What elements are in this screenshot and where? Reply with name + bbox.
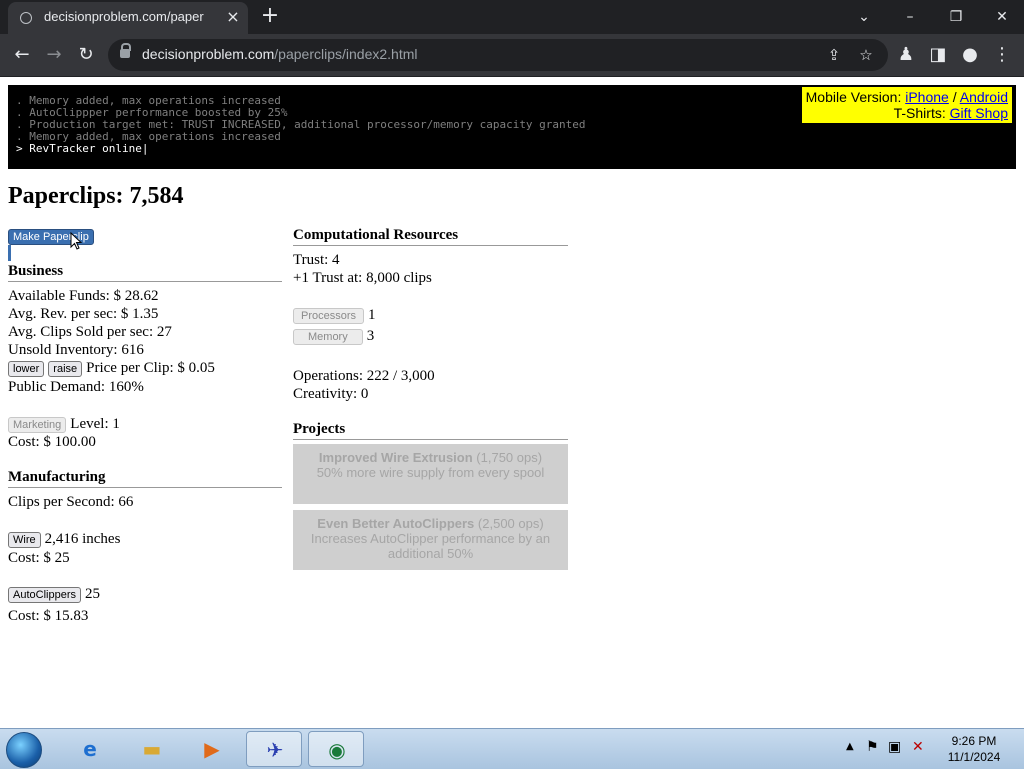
browser-tab-strip: decisionproblem.com/paperclips × + ⌄ – ❐… (0, 0, 1024, 34)
marketing-cost: Cost: $ 100.00 (8, 434, 96, 450)
address-bar[interactable]: decisionproblem.com/paperclips/index2.ht… (108, 39, 888, 71)
available-funds: Available Funds: $ 28.62 (8, 288, 159, 304)
link-separator: / (952, 89, 957, 105)
buy-autoclippers-button[interactable]: AutoClippers (8, 587, 81, 603)
gift-shop-link[interactable]: Gift Shop (950, 105, 1008, 121)
lock-icon (120, 43, 131, 58)
avg-clips-sold: Avg. Clips Sold per sec: 27 (8, 324, 172, 340)
restore-icon[interactable]: ❐ (944, 5, 968, 29)
close-tab-icon[interactable]: × (224, 8, 242, 26)
project-even-better-autoclippers[interactable]: Even Better AutoClippers (2,500 ops) Inc… (293, 510, 568, 570)
clips-per-second: Clips per Second: 66 (8, 494, 134, 510)
price-per-clip: Price per Clip: $ 0.05 (86, 360, 215, 376)
lower-price-button[interactable]: lower (8, 361, 45, 377)
android-link[interactable]: Android (960, 89, 1008, 105)
back-icon[interactable]: ← (10, 43, 34, 67)
project-description: Increases AutoClipper performance by an … (310, 531, 551, 561)
raise-price-button[interactable]: raise (48, 361, 83, 377)
manufacturing-heading: Manufacturing (8, 469, 282, 488)
plane-icon: ✈ (266, 738, 284, 762)
console-readout: . Memory added, max operations increased… (8, 85, 1016, 169)
iphone-link[interactable]: iPhone (905, 89, 949, 105)
memory-value: 3 (366, 328, 375, 344)
action-center-flag-icon[interactable]: ⚑ (866, 739, 879, 755)
menu-icon[interactable]: ⋮ (990, 43, 1014, 67)
business-heading: Business (8, 263, 282, 282)
url-text: decisionproblem.com/paperclips/index2.ht… (142, 46, 418, 62)
marketing-level: Level: 1 (70, 416, 120, 432)
share-icon[interactable]: ⇪ (822, 43, 846, 67)
marketing-button[interactable]: Marketing (8, 417, 67, 433)
tshirts-label: T-Shirts: (893, 105, 946, 121)
new-tab-icon[interactable]: + (258, 5, 282, 29)
mouse-cursor-icon (70, 232, 83, 250)
unsold-inventory: Unsold Inventory: 616 (8, 342, 144, 358)
taskbar-media-player[interactable]: ▶ (184, 731, 240, 767)
taskbar-chrome[interactable]: ◉ (308, 731, 364, 767)
clock-date: 11/1/2024 (947, 750, 1001, 764)
projects-heading: Projects (293, 421, 568, 440)
system-tray: ▲ ⚑ ▣ ✕ 9:26 PM 11/1/2024 (842, 729, 1024, 769)
memory-button[interactable]: Memory (293, 329, 363, 345)
console-lines: . Memory added, max operations increased… (16, 95, 586, 155)
next-trust: +1 Trust at: 8,000 clips (293, 270, 432, 286)
network-icon[interactable]: ▣ (888, 739, 901, 755)
media-player-icon: ▶ (204, 737, 220, 761)
volume-muted-icon[interactable]: ✕ (912, 739, 924, 755)
autoclippers-cost: Cost: $ 15.83 (8, 608, 89, 624)
autoclippers-count: 25 (84, 586, 100, 602)
taskbar-file-explorer[interactable]: ▬ (124, 731, 180, 767)
browser-toolbar: ← → ↻ decisionproblem.com/paperclips/ind… (0, 34, 1024, 77)
project-description: 50% more wire supply from every spool (316, 465, 545, 480)
trust-value: Trust: 4 (293, 252, 340, 268)
internet-explorer-icon: e (83, 737, 97, 761)
browser-tab[interactable]: decisionproblem.com/paperclips × (8, 2, 248, 34)
globe-icon (20, 12, 32, 24)
buy-wire-button[interactable]: Wire (8, 532, 41, 548)
processors-button[interactable]: Processors (293, 308, 365, 324)
computational-heading: Computational Resources (293, 227, 568, 246)
minimize-icon[interactable]: – (898, 5, 922, 29)
tab-title: decisionproblem.com/paperclips (44, 9, 204, 24)
console-active-line: > RevTracker online| (16, 142, 149, 155)
page-content: . Memory added, max operations increased… (0, 77, 1024, 728)
forward-icon[interactable]: → (42, 43, 66, 67)
processors-value: 1 (368, 307, 376, 323)
project-title: Even Better AutoClippers (317, 516, 475, 531)
windows-taskbar: e ▬ ▶ ✈ ◉ ▲ ⚑ ▣ ✕ 9:26 PM 11/1/2024 (0, 728, 1024, 769)
public-demand: Public Demand: 160% (8, 379, 144, 395)
text-caret (8, 245, 11, 261)
tab-search-icon[interactable]: ⌄ (852, 5, 876, 29)
clock-time: 9:26 PM (951, 734, 997, 748)
promo-box: Mobile Version: iPhone / Android T-Shirt… (801, 87, 1012, 123)
close-window-icon[interactable]: ✕ (990, 5, 1014, 29)
clips-count-title: Paperclips: 7,584 (8, 183, 184, 209)
project-improved-wire-extrusion[interactable]: Improved Wire Extrusion (1,750 ops) 50% … (293, 444, 568, 504)
start-button[interactable] (6, 732, 42, 768)
wire-cost: Cost: $ 25 (8, 550, 70, 566)
folder-icon: ▬ (142, 737, 162, 761)
creativity-value: Creativity: 0 (293, 386, 369, 402)
bookmark-star-icon[interactable]: ☆ (854, 43, 878, 67)
extensions-icon[interactable]: ♟ (894, 43, 918, 67)
taskbar-clock[interactable]: 9:26 PM 11/1/2024 (942, 733, 1006, 765)
project-cost: (2,500 ops) (477, 516, 544, 531)
avg-revenue: Avg. Rev. per sec: $ 1.35 (8, 306, 159, 322)
chrome-icon: ◉ (328, 738, 346, 762)
show-hidden-icons-icon[interactable]: ▲ (846, 741, 854, 752)
wire-amount: 2,416 inches (44, 531, 121, 547)
project-title: Improved Wire Extrusion (318, 450, 473, 465)
side-panel-icon[interactable]: ◨ (926, 43, 950, 67)
taskbar-internet-explorer[interactable]: e (62, 731, 118, 767)
project-cost: (1,750 ops) (476, 450, 543, 465)
reload-icon[interactable]: ↻ (74, 43, 98, 67)
profile-icon[interactable]: ● (958, 43, 982, 67)
operations-value: Operations: 222 / 3,000 (293, 368, 435, 384)
mobile-version-label: Mobile Version: (805, 89, 902, 105)
taskbar-app-plane[interactable]: ✈ (246, 731, 302, 767)
